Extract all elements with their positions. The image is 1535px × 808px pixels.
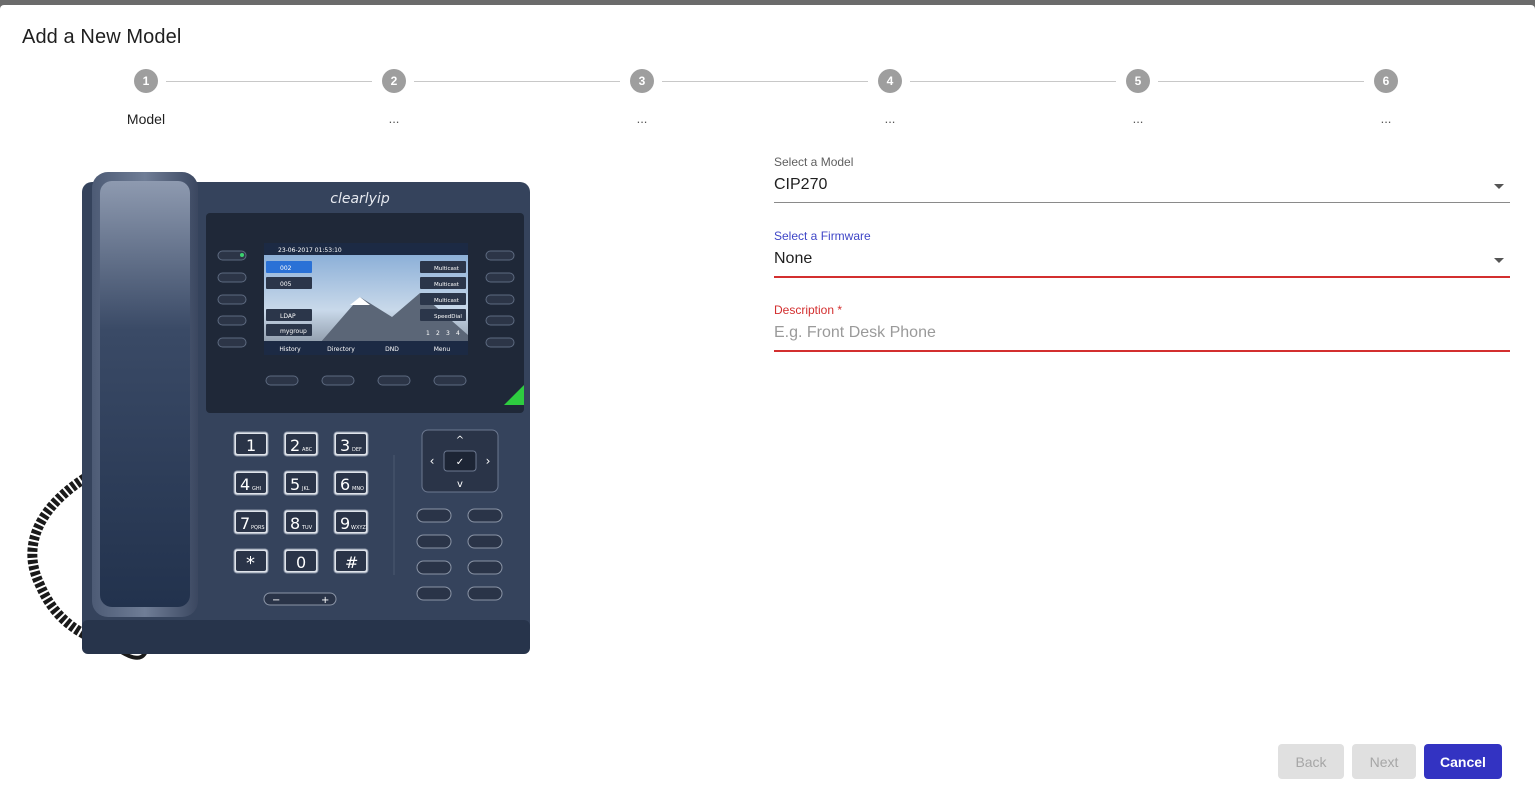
key-8-letters: TUV [301, 525, 313, 531]
key-6: 6 [340, 475, 350, 494]
screen-page-1: 1 [426, 330, 430, 337]
description-label: Description * [774, 302, 1510, 318]
screen-line-1: 002 [280, 265, 292, 272]
description-field[interactable]: Description * E.g. Front Desk Phone [774, 302, 1510, 352]
brand-logo: clearlyip [330, 191, 390, 207]
step-1-indicator: 1 [134, 69, 158, 93]
screen-line-4: mygroup [280, 328, 307, 335]
key-8: 8 [290, 514, 300, 533]
description-label-text: Description [774, 303, 835, 317]
firmware-select-label: Select a Firmware [774, 229, 871, 243]
step-4-indicator: 4 [878, 69, 902, 93]
screen-line-6: Multicast [434, 282, 460, 288]
key-1: 1 [246, 436, 256, 455]
svg-text:✓: ✓ [456, 457, 464, 468]
screen-line-7: Multicast [434, 298, 460, 304]
softkey-label-1: History [279, 346, 301, 353]
step-5-label: ... [1132, 111, 1144, 126]
navigation-pad: ✓ ^ v ‹ › [421, 429, 499, 493]
svg-text:›: › [486, 454, 491, 468]
step-6-indicator: 6 [1374, 69, 1398, 93]
step-3-indicator: 3 [630, 69, 654, 93]
screen-page-4: 4 [456, 330, 460, 337]
step-1-label: Model [126, 111, 166, 127]
softkey-label-3: DND [385, 346, 399, 353]
model-select[interactable]: Select a Model CIP270 [774, 154, 1510, 203]
screen-line-5: Multicast [434, 266, 460, 272]
step-2-label: ... [388, 111, 400, 126]
screen-line-8: SpeedDial [434, 314, 462, 320]
screen-line-3: LDAP [280, 313, 296, 320]
key-5-letters: JKL [301, 486, 310, 492]
svg-text:^: ^ [456, 435, 464, 446]
step-connector [910, 81, 1116, 82]
key-7: 7 [240, 514, 250, 533]
screen-datetime: 23-06-2017 01:53:10 [278, 247, 342, 254]
key-3: 3 [340, 436, 350, 455]
key-4-letters: GHI [252, 486, 261, 492]
back-button[interactable]: Back [1278, 744, 1344, 779]
screen-page-2: 2 [436, 330, 440, 337]
key-9: 9 [340, 514, 350, 533]
next-button[interactable]: Next [1352, 744, 1416, 779]
firmware-select-underline [774, 276, 1510, 278]
key-7-letters: PQRS [251, 525, 265, 531]
svg-text:‹: ‹ [430, 454, 435, 468]
dialog-title: Add a New Model [22, 26, 182, 48]
key-4: 4 [240, 475, 250, 494]
step-6-label: ... [1380, 111, 1392, 126]
description-input[interactable]: E.g. Front Desk Phone [774, 318, 1510, 344]
required-asterisk: * [837, 303, 843, 317]
step-connector [662, 81, 868, 82]
step-5-indicator: 5 [1126, 69, 1150, 93]
step-connector [1158, 81, 1364, 82]
model-select-value[interactable]: CIP270 [774, 170, 1510, 196]
step-connector [414, 81, 620, 82]
key-9-letters: WXYZ [351, 525, 366, 531]
screen-page-3: 3 [446, 330, 450, 337]
step-3-label: ... [636, 111, 648, 126]
step-2-indicator: 2 [382, 69, 406, 93]
key-2: 2 [290, 436, 300, 455]
key-hash: # [345, 553, 358, 572]
key-3-letters: DEF [352, 447, 362, 453]
cancel-button[interactable]: Cancel [1424, 744, 1502, 779]
step-connector [166, 81, 372, 82]
softkey-label-2: Directory [327, 346, 355, 353]
key-5: 5 [290, 475, 300, 494]
step-4-label: ... [884, 111, 896, 126]
chevron-down-icon[interactable] [1494, 258, 1504, 263]
key-2-letters: ABC [302, 447, 313, 453]
firmware-select[interactable]: Select a Firmware None [774, 228, 1510, 278]
chevron-down-icon[interactable] [1494, 184, 1504, 189]
volume-plus: + [321, 595, 329, 606]
key-6-letters: MNO [352, 486, 364, 492]
key-0: 0 [296, 553, 306, 572]
add-model-dialog: Add a New Model 1 2 3 4 5 6 Model ... ..… [0, 5, 1535, 808]
screen-line-2: 005 [280, 281, 292, 288]
volume-minus: − [272, 595, 280, 606]
key-star: * [246, 553, 255, 574]
softkey-label-4: Menu [434, 346, 451, 353]
firmware-select-value[interactable]: None [774, 244, 1510, 270]
phone-model-image: clearlyip 23-06-2017 01:53:10 002 005 LD… [27, 172, 530, 660]
model-select-underline [774, 202, 1510, 203]
svg-text:v: v [457, 479, 463, 490]
model-select-label: Select a Model [774, 155, 854, 169]
description-underline [774, 350, 1510, 352]
